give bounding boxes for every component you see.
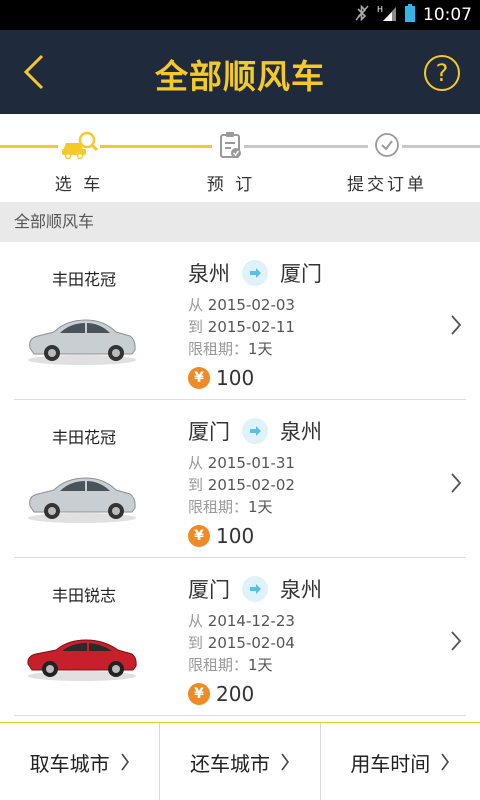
limit-label: 限租期： — [188, 656, 249, 674]
car-name: 丰田花冠 — [51, 270, 116, 289]
arrow-right-icon — [242, 418, 268, 444]
section-header: 全部顺风车 — [0, 202, 480, 242]
to-date: 2015-02-11 — [207, 318, 295, 336]
from-label: 从 — [188, 612, 204, 630]
step-select-car: 选 车 — [44, 130, 114, 195]
car-image — [28, 319, 136, 365]
to-date: 2015-02-04 — [207, 634, 295, 652]
to-date-row: 到 2015-02-11 — [188, 316, 295, 337]
bottom-filter-bar: 取车城市 还车城市 用车时间 — [0, 722, 480, 800]
rental-limit-row: 限租期：1天 — [188, 338, 273, 359]
rental-limit-row: 限租期：1天 — [188, 654, 273, 675]
to-date: 2015-02-02 — [207, 476, 295, 494]
price-value: 100 — [216, 524, 255, 548]
price-value: 100 — [216, 366, 255, 390]
bluetooth-off-icon — [355, 4, 369, 26]
destination-city: 泉州 — [280, 578, 322, 602]
to-date-row: 到 2015-02-04 — [188, 632, 295, 653]
chevron-right-icon — [121, 753, 129, 771]
battery-icon — [405, 4, 415, 26]
to-label: 到 — [188, 476, 204, 494]
return-city-button[interactable]: 还车城市 — [160, 723, 321, 800]
clipboard-check-icon — [196, 130, 266, 160]
chevron-right-icon — [281, 753, 289, 771]
progress-steps: 选 车 预 订 提交订单 — [0, 114, 480, 202]
car-name: 丰田花冠 — [51, 428, 116, 447]
use-time-button[interactable]: 用车时间 — [321, 723, 480, 800]
yen-icon: ¥ — [188, 525, 210, 547]
origin-city: 厦门 — [188, 578, 230, 602]
to-label: 到 — [188, 318, 204, 336]
check-circle-icon — [340, 130, 434, 160]
origin-city: 泉州 — [188, 262, 230, 286]
car-image — [28, 477, 136, 523]
arrow-right-icon — [242, 576, 268, 602]
status-time: 10:07 — [423, 5, 472, 25]
use-time-label: 用车时间 — [350, 751, 431, 776]
to-label: 到 — [188, 634, 204, 652]
chevron-right-icon — [451, 473, 462, 493]
from-date-row: 从 2015-02-03 — [188, 294, 295, 315]
price: ¥ 100 — [188, 524, 254, 548]
rental-limit-row: 限租期：1天 — [188, 496, 273, 517]
limit-value: 1天 — [248, 340, 273, 358]
nav-bar: 全部顺风车 ? — [0, 30, 480, 114]
chevron-right-icon — [451, 315, 462, 335]
step-booking: 预 订 — [196, 130, 266, 195]
chevron-right-icon — [441, 753, 450, 771]
status-icons: H 10:07 — [355, 0, 472, 30]
step-label-submit: 提交订单 — [347, 175, 427, 195]
arrow-right-icon — [242, 260, 268, 286]
from-date: 2014-12-23 — [207, 612, 295, 630]
from-date: 2015-01-31 — [207, 454, 295, 472]
price-value: 200 — [216, 682, 255, 706]
car-search-icon — [44, 130, 114, 160]
listing-item[interactable]: 丰田锐志 厦门 泉州 从 2014-12-23 到 2015-02-04 限租期… — [14, 558, 466, 716]
yen-icon: ¥ — [188, 683, 210, 705]
from-date: 2015-02-03 — [207, 296, 295, 314]
page-title: 全部顺风车 — [155, 57, 325, 96]
status-bar: H 10:07 — [0, 0, 480, 30]
car-image — [27, 639, 137, 681]
help-button[interactable]: ? — [424, 55, 460, 91]
limit-label: 限租期： — [188, 340, 249, 358]
svg-text:H: H — [377, 5, 383, 14]
listing-item[interactable]: 丰田花冠 泉州 厦门 从 2015-02-03 到 2015-02-11 限租期… — [14, 242, 466, 400]
car-name: 丰田锐志 — [51, 586, 116, 605]
from-date-row: 从 2014-12-23 — [188, 610, 295, 631]
destination-city: 厦门 — [280, 262, 322, 286]
limit-label: 限租期： — [188, 498, 249, 516]
origin-city: 厦门 — [188, 420, 230, 444]
return-city-label: 还车城市 — [189, 751, 270, 776]
price: ¥ 200 — [188, 682, 254, 706]
destination-city: 泉州 — [280, 420, 322, 444]
price: ¥ 100 — [188, 366, 254, 390]
route: 厦门 泉州 — [188, 574, 322, 604]
pickup-city-label: 取车城市 — [29, 751, 110, 776]
chevron-right-icon — [451, 631, 462, 651]
limit-value: 1天 — [248, 498, 273, 516]
step-label-booking: 预 订 — [206, 175, 256, 195]
limit-value: 1天 — [248, 656, 273, 674]
from-label: 从 — [188, 454, 204, 472]
listing-item[interactable]: 丰田花冠 厦门 泉州 从 2015-01-31 到 2015-02-02 限租期… — [14, 400, 466, 558]
route: 泉州 厦门 — [188, 258, 322, 288]
from-date-row: 从 2015-01-31 — [188, 452, 295, 473]
from-label: 从 — [188, 296, 204, 314]
yen-icon: ¥ — [188, 367, 210, 389]
signal-icon: H — [377, 4, 397, 26]
step-submit-order: 提交订单 — [340, 130, 434, 195]
to-date-row: 到 2015-02-02 — [188, 474, 295, 495]
route: 厦门 泉州 — [188, 416, 322, 446]
listing-list: 丰田花冠 泉州 厦门 从 2015-02-03 到 2015-02-11 限租期… — [0, 242, 480, 716]
pickup-city-button[interactable]: 取车城市 — [0, 723, 161, 800]
step-label-select: 选 车 — [54, 175, 104, 195]
